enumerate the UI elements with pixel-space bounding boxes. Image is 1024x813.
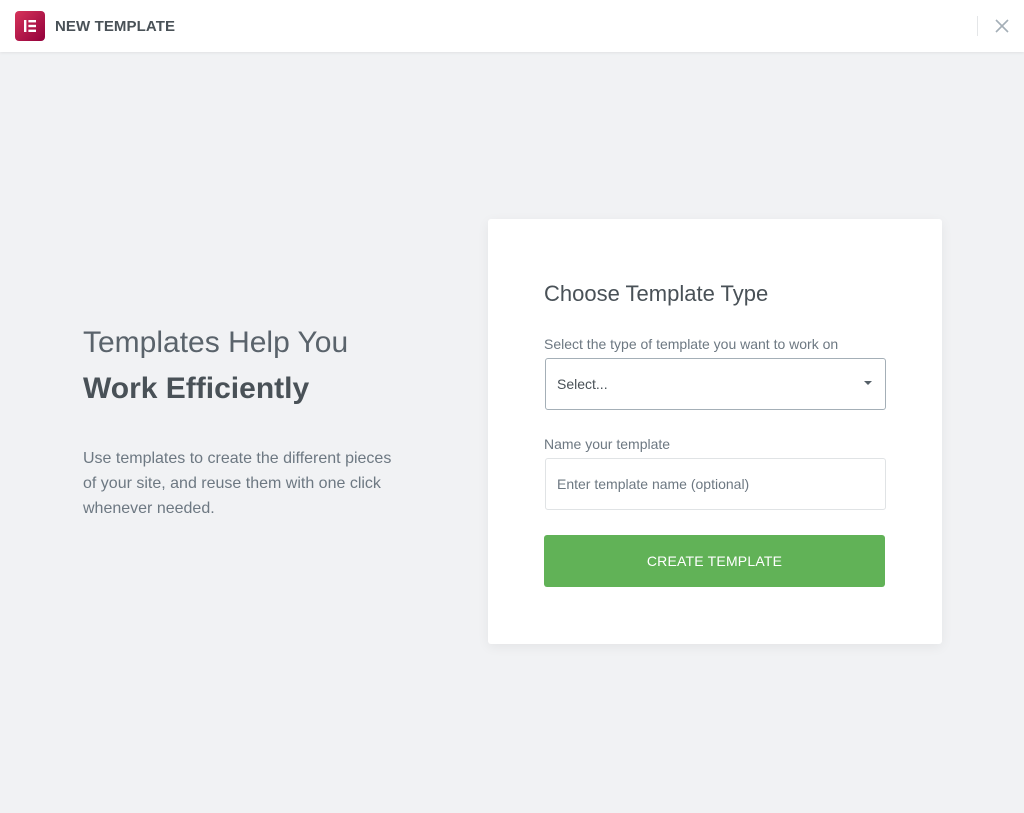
- template-type-label: Select the type of template you want to …: [544, 336, 839, 352]
- header-divider: [977, 16, 978, 36]
- caret-down-icon: [864, 381, 872, 385]
- template-name-input[interactable]: [545, 458, 886, 510]
- intro-section: Templates Help You Work Efficiently Use …: [83, 320, 403, 521]
- intro-description: Use templates to create the different pi…: [83, 450, 392, 517]
- template-type-select-value: Select...: [557, 376, 608, 392]
- template-type-select[interactable]: Select...: [545, 358, 886, 410]
- template-name-label: Name your template: [544, 436, 671, 452]
- elementor-logo-icon: [15, 11, 45, 41]
- close-icon: [995, 19, 1009, 33]
- close-button[interactable]: [991, 15, 1013, 37]
- modal-title: NEW TEMPLATE: [55, 18, 176, 35]
- create-template-button[interactable]: CREATE TEMPLATE: [544, 535, 885, 587]
- intro-title: Templates Help You: [83, 326, 349, 359]
- form-title: Choose Template Type: [544, 281, 769, 306]
- template-form-card: Choose Template Type Select the type of …: [488, 219, 942, 644]
- intro-title-emphasis: Work Efficiently: [83, 372, 310, 405]
- modal-header: NEW TEMPLATE: [0, 0, 1024, 52]
